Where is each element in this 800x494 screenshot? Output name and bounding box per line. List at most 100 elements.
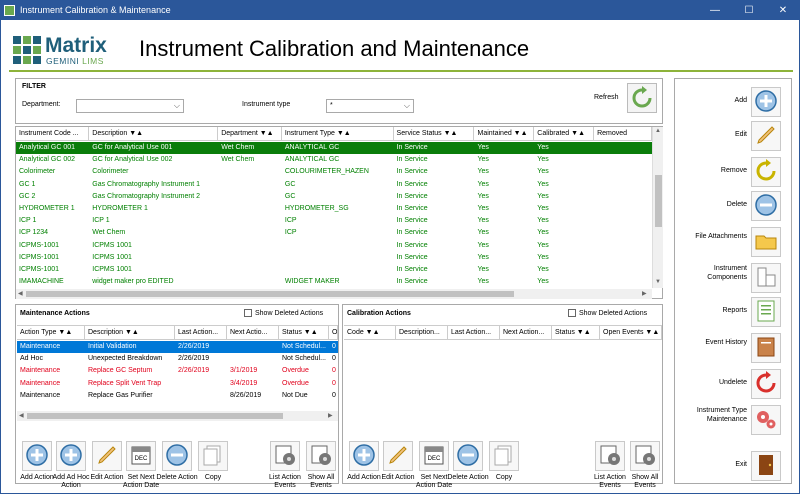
maintenance-panel: Maintenance Actions Show Deleted Actions… (15, 304, 339, 489)
table-row[interactable]: Analytical GC 002 GC for Analytical Use 0… (16, 154, 652, 166)
department-select[interactable]: ⌵ (76, 99, 184, 113)
add-icon (754, 89, 778, 115)
sidebar-label: Event History (705, 339, 747, 346)
table-cell: ICPMS-1001 (19, 253, 60, 261)
instrument-type-select[interactable]: * ⌵ (326, 99, 414, 113)
table-row[interactable]: HYDROMETER 1 HYDROMETER 1 HYDROMETER_SG In … (16, 203, 652, 215)
table-cell: Wet Chem (221, 156, 255, 164)
table-cell: HYDROMETER 1 (92, 205, 148, 212)
maximize-button[interactable]: ☐ (732, 5, 766, 16)
toolbar-button-1[interactable] (56, 441, 86, 471)
table-cell: ANALYTICAL GC (284, 156, 340, 164)
header: Matrix GEMINI LIMS Instrument Calibratio… (9, 28, 793, 72)
column-header[interactable]: Instrument Code ... (16, 127, 90, 140)
column-header[interactable]: Description ▼▲ (89, 127, 219, 140)
table-cell: Yes (477, 266, 489, 273)
sidebar-button-7[interactable] (751, 333, 781, 363)
table-cell: ICPMS 1001 (92, 266, 132, 273)
table-row[interactable]: GC 2 Gas Chromatography Instrument 2 GC In … (16, 191, 652, 203)
table-cell: ICP 1 (92, 217, 110, 225)
toolbar-button-0[interactable] (22, 441, 52, 471)
table-cell (594, 215, 652, 227)
table-cell: ICPMS 1001 (92, 241, 132, 249)
table-row[interactable]: ICPMS-1001 ICPMS 1001 In Service Yes Yes (16, 264, 652, 276)
table-cell: COLOURIMETER_HAZEN (284, 168, 369, 176)
table-cell: GC for Analytical Use 001 (92, 144, 173, 151)
sidebar-label: Reports (722, 307, 747, 314)
table-row[interactable]: ICPMS-1001 ICPMS 1001 In Service Yes Yes (16, 252, 652, 264)
sidebar-button-1[interactable] (751, 121, 781, 151)
refresh-button[interactable] (627, 83, 657, 113)
table-cell (218, 227, 282, 239)
close-button[interactable]: ✕ (766, 5, 800, 16)
table-cell (282, 240, 394, 252)
column-header[interactable]: Service Status ▼▲ (394, 127, 475, 140)
toolbar-button-5[interactable] (198, 441, 228, 471)
column-header[interactable]: Calibrated ▼▲ (534, 127, 595, 140)
column-header[interactable]: Department ▼▲ (218, 127, 282, 140)
table-cell (594, 240, 652, 252)
sidebar-button-0[interactable] (751, 87, 781, 117)
toolbar-button-2[interactable]: DEC (419, 441, 449, 471)
table-cell (282, 264, 394, 276)
toolbar-button-4[interactable] (489, 441, 519, 471)
chevron-down-icon: ⌵ (173, 101, 180, 110)
column-header[interactable]: Instrument Type ▼▲ (282, 127, 394, 140)
toolbar-button-3[interactable]: DEC (126, 441, 156, 471)
table-row[interactable]: ICPMS-1001 ICPMS 1001 In Service Yes Yes (16, 240, 652, 252)
sidebar-label: Instrument Type Maintenance (696, 407, 747, 423)
table-cell: GC 1 (19, 180, 36, 188)
title-bar: Instrument Calibration & Maintenance — ☐… (0, 0, 800, 20)
table-cell: GC for Analytical Use 002 (92, 156, 173, 164)
table-row[interactable]: ICP 1 ICP 1 ICP In Service Yes Yes (16, 215, 652, 227)
sidebar-button-10[interactable] (751, 451, 781, 481)
sidebar-label: Instrument Components (707, 265, 747, 281)
sidebar-button-2[interactable] (751, 157, 781, 187)
instrument-table-header: Instrument Code ... Description ▼▲ Departm… (16, 127, 652, 141)
toolbar-button-5[interactable] (595, 441, 625, 471)
sidebar-button-4[interactable] (751, 227, 781, 257)
sidebar-button-3[interactable] (751, 191, 781, 221)
instrument-vscroll[interactable]: ▲ ▼ (652, 127, 663, 288)
table-cell: Yes (537, 144, 549, 151)
table-cell (594, 276, 652, 288)
table-cell: Wet Chem (92, 229, 126, 237)
table-cell (218, 252, 282, 264)
table-cell: Yes (477, 241, 489, 249)
toolbar-button-6[interactable] (630, 441, 660, 471)
table-cell: Yes (477, 217, 489, 225)
sidebar-button-5[interactable] (751, 263, 781, 293)
table-cell: Gas Chromatography Instrument 2 (92, 192, 201, 200)
table-row[interactable]: GC 1 Gas Chromatography Instrument 1 GC In … (16, 179, 652, 191)
sidebar-button-6[interactable] (751, 297, 781, 327)
sidebar-label: Exit (735, 461, 747, 468)
undo-icon (754, 159, 778, 185)
sidebar-button-9[interactable] (751, 405, 781, 435)
table-row[interactable]: ICP 1234 Wet Chem ICP In Service Yes Yes (16, 227, 652, 239)
table-cell: Yes (477, 205, 489, 212)
table-row[interactable]: Colorimeter Colorimeter COLOURIMETER_HAZEN… (16, 166, 652, 178)
table-cell: ICP (284, 217, 297, 225)
toolbar-button-0[interactable] (349, 441, 379, 471)
table-cell: Yes (537, 266, 549, 273)
column-header[interactable]: Removed (594, 127, 652, 140)
table-cell: Gas Chromatography Instrument 1 (92, 180, 201, 188)
minimize-button[interactable]: — (698, 5, 732, 16)
filter-title: FILTER (22, 83, 46, 90)
toolbar-button-1[interactable] (383, 441, 413, 471)
column-header[interactable]: Maintained ▼▲ (474, 127, 535, 140)
table-cell (594, 142, 652, 154)
table-cell: Yes (537, 253, 549, 261)
toolbar-button-2[interactable] (92, 441, 122, 471)
table-row[interactable]: IMAMACHINE widget maker pro EDITED WIDGET … (16, 276, 652, 288)
toolbar-button-4[interactable] (162, 441, 192, 471)
sidebar-button-8[interactable] (751, 369, 781, 399)
toolbar-button-6[interactable] (270, 441, 300, 471)
toolbar-button-7[interactable] (306, 441, 336, 471)
instrument-hscroll[interactable]: ◀ ▶ (16, 289, 652, 299)
table-cell: Colorimeter (92, 168, 129, 176)
toolbar-button-3[interactable] (453, 441, 483, 471)
table-row[interactable]: Analytical GC 001 GC for Analytical Use 0… (16, 142, 652, 155)
table-cell: GC (284, 192, 296, 200)
table-cell: Yes (537, 229, 549, 237)
